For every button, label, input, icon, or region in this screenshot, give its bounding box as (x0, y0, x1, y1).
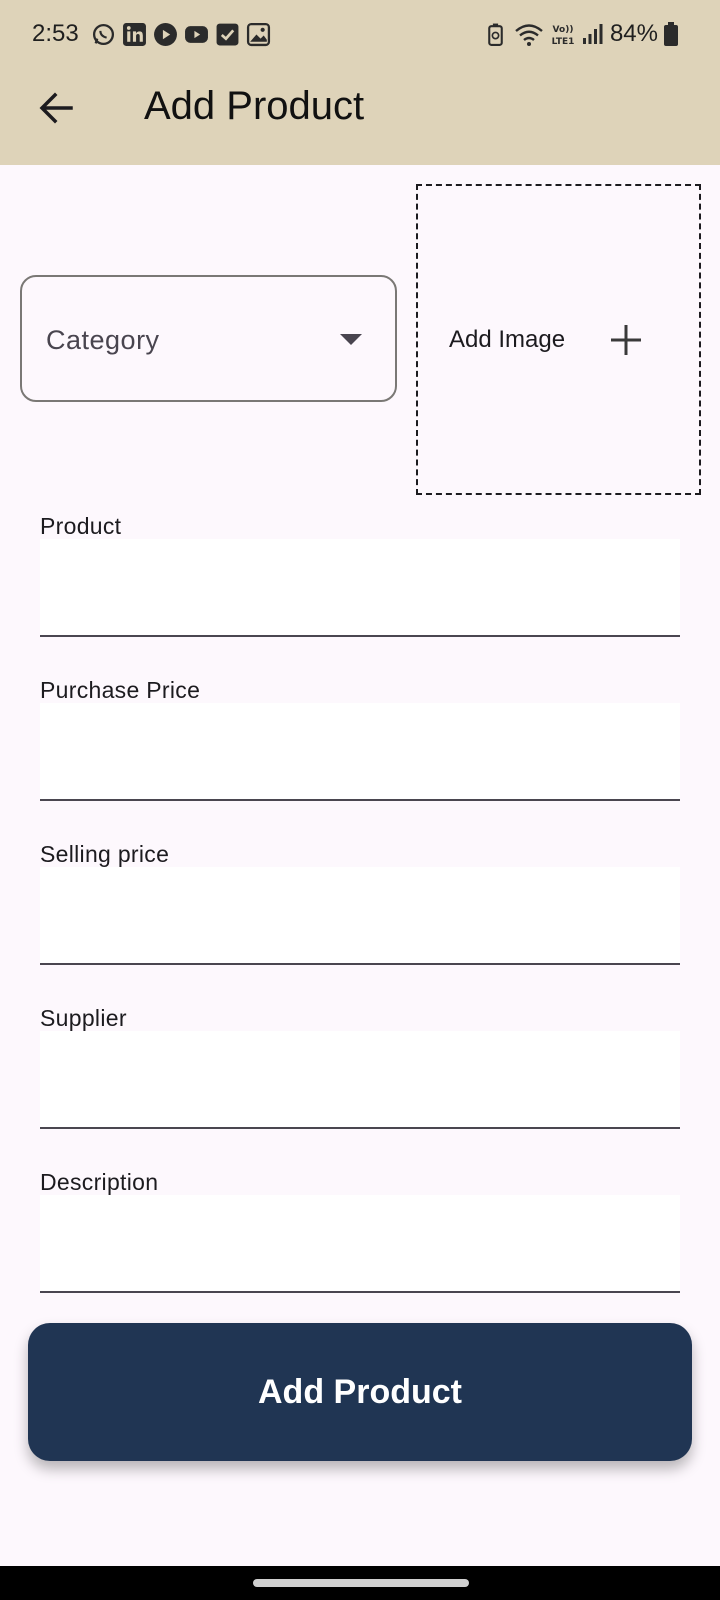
supplier-input[interactable] (40, 1031, 680, 1129)
purchase-price-label: Purchase Price (40, 677, 201, 703)
play-icon (154, 23, 177, 46)
selling-price-field: Selling price (40, 841, 680, 971)
battery-percent: 84% (609, 20, 658, 47)
notification-icons (91, 22, 271, 47)
purchase-price-field: Purchase Price (40, 677, 680, 807)
purchase-price-input[interactable] (40, 703, 680, 801)
status-time: 2:53 (32, 20, 79, 47)
system-nav-bar (0, 1566, 720, 1600)
product-field: Product (40, 513, 680, 643)
home-gesture-handle[interactable] (253, 1579, 469, 1587)
svg-text:Vo)): Vo)) (553, 25, 574, 35)
description-field: Description (40, 1169, 680, 1299)
product-input[interactable] (40, 539, 680, 637)
dropdown-caret-icon (340, 334, 362, 345)
battery-icon (664, 22, 678, 46)
selling-price-input[interactable] (40, 867, 680, 965)
category-label: Category (46, 325, 160, 355)
supplier-label: Supplier (40, 1005, 127, 1031)
app-bar: 2:53 Vo)) LTE1 84% Add Product (0, 0, 720, 165)
signal-icon (582, 23, 603, 44)
youtube-icon (185, 26, 208, 43)
page-title: Add Product (144, 84, 365, 128)
status-bar: 2:53 Vo)) LTE1 84% (0, 0, 720, 70)
description-label: Description (40, 1169, 159, 1195)
linkedin-icon (123, 23, 146, 46)
plus-icon (611, 325, 641, 355)
selling-price-label: Selling price (40, 841, 170, 867)
battery-saver-icon (488, 23, 503, 46)
checkbox-icon (216, 23, 239, 46)
lte-icon: Vo)) LTE1 (552, 25, 575, 47)
gallery-icon (246, 22, 271, 47)
system-icons: Vo)) LTE1 84% (483, 20, 678, 48)
wifi-icon (515, 23, 543, 46)
back-button[interactable] (34, 86, 78, 130)
supplier-field: Supplier (40, 1005, 680, 1135)
category-dropdown[interactable]: Category (20, 275, 397, 402)
arrow-back-icon (39, 92, 73, 124)
add-product-button[interactable]: Add Product (28, 1323, 692, 1461)
whatsapp-icon (92, 23, 115, 46)
svg-text:LTE1: LTE1 (552, 37, 575, 47)
add-image-button[interactable]: Add Image (416, 184, 701, 495)
description-input[interactable] (40, 1195, 680, 1293)
add-image-label: Add Image (449, 326, 566, 353)
product-label: Product (40, 513, 122, 539)
